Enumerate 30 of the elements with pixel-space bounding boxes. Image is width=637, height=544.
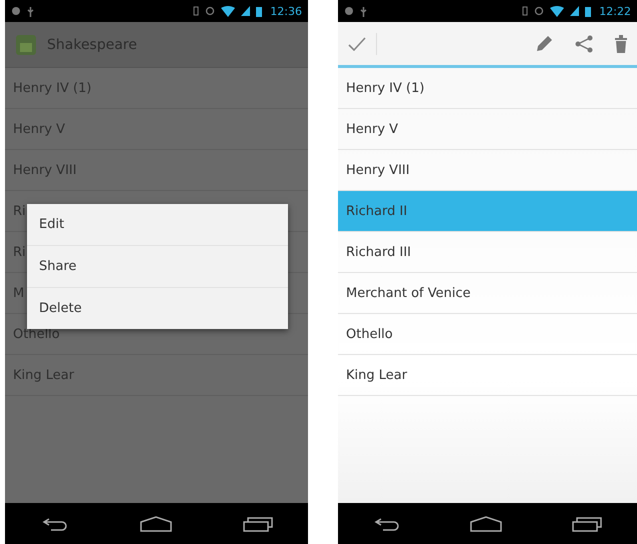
usb-icon xyxy=(27,6,34,16)
trash-icon[interactable] xyxy=(615,34,627,52)
battery-icon xyxy=(256,6,262,16)
back-icon[interactable] xyxy=(372,516,401,532)
back-icon[interactable] xyxy=(40,516,68,532)
wifi-icon xyxy=(550,6,564,16)
menu-item[interactable]: Share xyxy=(27,246,288,288)
usb-icon xyxy=(360,6,367,16)
list-item[interactable]: Richard II xyxy=(338,191,637,232)
app-icon xyxy=(15,34,37,56)
menu-item[interactable]: Edit xyxy=(27,204,288,246)
wifi-icon xyxy=(221,6,236,16)
list-item[interactable]: Henry IV (1) xyxy=(338,68,637,109)
checkmark-icon[interactable] xyxy=(348,36,366,50)
pencil-icon[interactable] xyxy=(535,34,553,52)
share-icon[interactable] xyxy=(575,34,593,52)
recent-apps-icon[interactable] xyxy=(572,516,602,532)
list-item[interactable]: Merchant of Venice xyxy=(338,273,637,314)
home-icon[interactable] xyxy=(140,516,172,532)
status-time: 12:22 xyxy=(599,4,631,18)
list-item[interactable]: Othello xyxy=(338,314,637,355)
list-item[interactable]: Henry V xyxy=(338,109,637,150)
battery-icon xyxy=(585,6,592,16)
signal-icon xyxy=(570,6,580,16)
recent-apps-icon[interactable] xyxy=(242,516,272,532)
home-icon[interactable] xyxy=(470,516,502,532)
signal-icon xyxy=(241,6,250,16)
list-item[interactable]: King Lear xyxy=(338,355,637,396)
status-time: 12:36 xyxy=(270,4,302,18)
list-item[interactable]: Richard III xyxy=(338,232,637,273)
